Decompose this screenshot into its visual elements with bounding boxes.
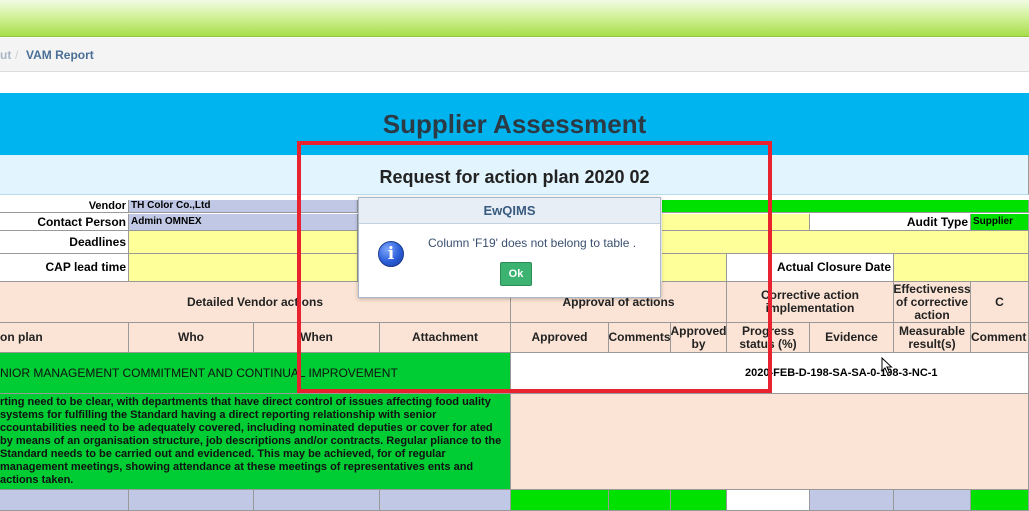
deadlines-extra-cell[interactable] <box>662 231 1029 254</box>
bottom-cell-when[interactable] <box>254 490 380 511</box>
info-icon: i <box>378 241 404 267</box>
effectiveness-header: Effectiveness of corrective action <box>894 282 971 323</box>
bottom-cell-approved-by[interactable] <box>671 490 727 511</box>
audit-type-value: Supplier As <box>971 214 1029 231</box>
comments-partial-column-header: Comment <box>971 323 1029 353</box>
action-plan-column-header: on plan <box>0 323 129 353</box>
c-partial-header: C <box>971 282 1029 323</box>
bottom-cell-approved[interactable] <box>511 490 609 511</box>
attachment-column-header: Attachment <box>380 323 511 353</box>
vendor-label: Vendor <box>0 200 129 213</box>
approved-by-column-header: Approved by <box>671 323 727 353</box>
requirement-title: NIOR MANAGEMENT COMMITMENT AND CONTINUAL… <box>0 353 511 394</box>
breadcrumb-current[interactable]: VAM Report <box>26 38 94 72</box>
who-column-header: Who <box>129 323 254 353</box>
error-dialog: EwQIMS i Column 'F19' does not belong to… <box>358 197 661 298</box>
page-subtitle: Request for action plan 2020 02 <box>379 167 650 187</box>
contact-person-value: Admin OMNEX <box>129 214 358 231</box>
bottom-cell-who[interactable] <box>129 490 254 511</box>
deadlines-input[interactable] <box>129 231 358 254</box>
bottom-cell-action-plan[interactable] <box>0 490 129 511</box>
dialog-message: Column 'F19' does not belong to table . <box>428 236 637 250</box>
contact-extra-cell[interactable] <box>662 214 810 231</box>
measurable-results-column-header: Measurable result(s) <box>894 323 971 353</box>
audit-type-label: Audit Type <box>810 214 971 231</box>
page-title: Supplier Assessment <box>382 109 647 139</box>
breadcrumb-separator: / <box>15 48 19 62</box>
bottom-cell-comments[interactable] <box>609 490 671 511</box>
nc-reference: 2020-FEB-D-198-SA-SA-0-198-3-NC-1 <box>511 353 1029 394</box>
bottom-cell-progress[interactable] <box>727 490 810 511</box>
dialog-title[interactable]: EwQIMS <box>359 198 660 224</box>
approved-column-header: Approved <box>511 323 609 353</box>
top-banner <box>0 0 1029 37</box>
ok-button[interactable]: Ok <box>500 262 532 286</box>
deadlines-label: Deadlines <box>0 231 129 254</box>
bottom-cell-measurable[interactable] <box>894 490 971 511</box>
cap-lead-time-label: CAP lead time <box>0 254 129 282</box>
cap-extra-cell[interactable] <box>662 254 727 282</box>
actual-closure-date-label: Actual Closure Date <box>727 254 894 282</box>
evidence-column-header: Evidence <box>810 323 894 353</box>
bottom-cell-comments-partial[interactable] <box>971 490 1029 511</box>
vendor-status-cell <box>662 200 1029 213</box>
breadcrumb-prev-link[interactable]: ut <box>0 38 11 72</box>
mouse-cursor-icon <box>881 357 893 375</box>
progress-status-column-header: Progress status (%) <box>727 323 810 353</box>
actual-closure-date-input[interactable] <box>894 254 1029 282</box>
breadcrumb: ut / VAM Report <box>0 38 1029 72</box>
requirement-text: rting need to be clear, with departments… <box>0 394 511 490</box>
bottom-cell-evidence[interactable] <box>810 490 894 511</box>
cap-lead-time-input[interactable] <box>129 254 358 282</box>
bottom-cell-attachment[interactable] <box>380 490 511 511</box>
vendor-value: TH Color Co.,Ltd <box>129 200 358 213</box>
corrective-action-implementation-header: Corrective action implementation <box>727 282 894 323</box>
when-column-header: When <box>254 323 380 353</box>
contact-person-label: Contact Person <box>0 214 129 231</box>
report-body: Supplier Assessment Request for action p… <box>0 93 1029 511</box>
comments-column-header: Comments <box>609 323 671 353</box>
requirement-response-area <box>511 394 1029 490</box>
